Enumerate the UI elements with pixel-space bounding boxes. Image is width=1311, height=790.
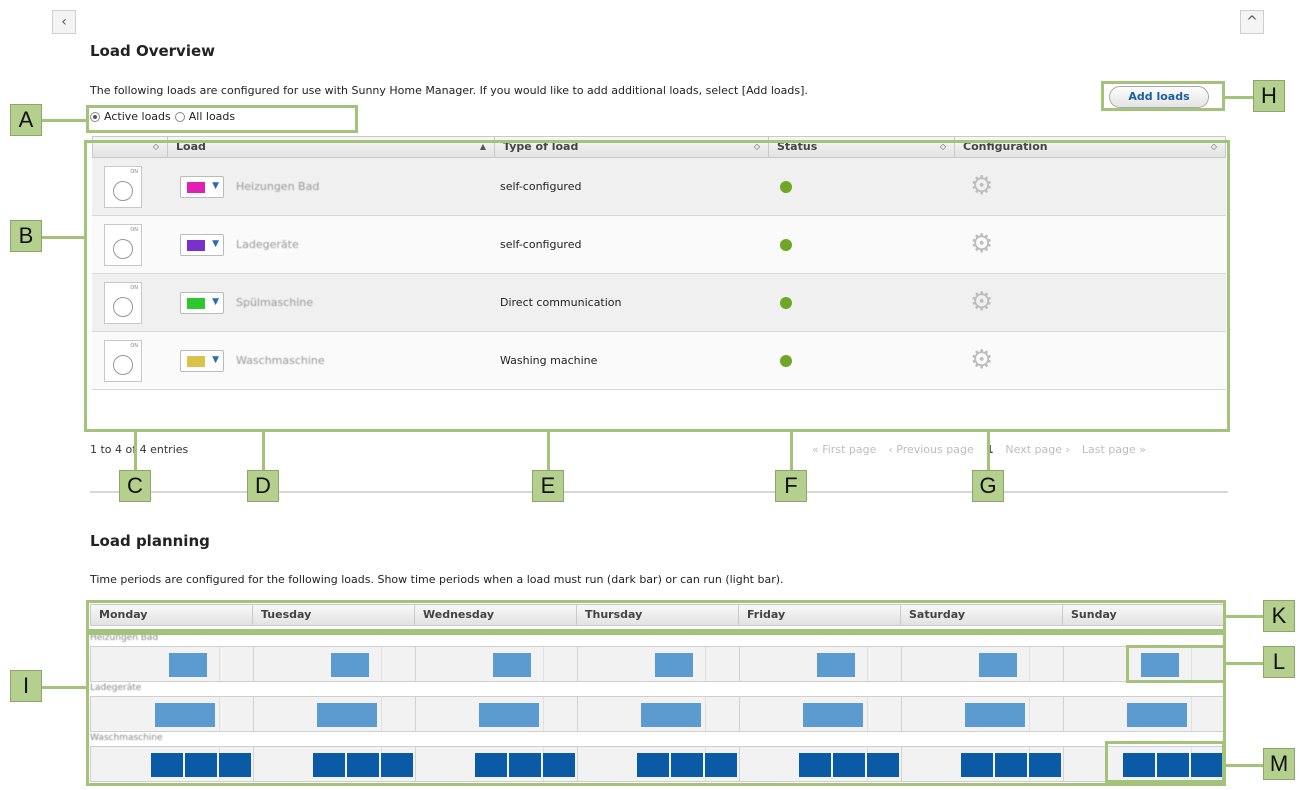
callout-f: F bbox=[775, 470, 807, 502]
connector-b bbox=[42, 236, 84, 239]
connector-f bbox=[790, 432, 793, 470]
callout-g: G bbox=[972, 470, 1004, 502]
connector-e bbox=[547, 432, 550, 470]
next-page-link[interactable]: Next page › bbox=[1005, 443, 1070, 456]
connector-i bbox=[42, 686, 86, 689]
connector-a bbox=[42, 119, 86, 122]
callout-l: L bbox=[1263, 646, 1295, 678]
last-page-link[interactable]: Last page » bbox=[1082, 443, 1146, 456]
back-button[interactable]: ‹ bbox=[52, 10, 76, 34]
callout-k: K bbox=[1263, 600, 1295, 632]
annotation-frame-a bbox=[86, 105, 358, 133]
connector-l bbox=[1226, 662, 1264, 665]
connector-m bbox=[1225, 764, 1263, 767]
callout-c: C bbox=[119, 470, 151, 502]
pagination: « First page ‹ Previous page 1 Next page… bbox=[812, 443, 1146, 456]
annotation-frame-m bbox=[1105, 741, 1225, 783]
callout-i: I bbox=[10, 670, 42, 702]
annotation-frame-h bbox=[1101, 81, 1225, 111]
callout-h: H bbox=[1253, 80, 1285, 112]
annotation-frame-l bbox=[1126, 645, 1226, 683]
load-overview-title: Load Overview bbox=[90, 42, 215, 60]
callout-e: E bbox=[532, 470, 564, 502]
annotation-frame-i bbox=[86, 632, 1226, 786]
callout-a: A bbox=[10, 104, 42, 136]
load-overview-description: The following loads are configured for u… bbox=[90, 84, 808, 97]
connector-c bbox=[134, 432, 137, 470]
connector-h bbox=[1225, 96, 1253, 99]
callout-d: D bbox=[247, 470, 279, 502]
connector-g bbox=[987, 432, 990, 470]
callout-m: M bbox=[1263, 748, 1295, 780]
chevron-up-icon: ^ bbox=[1246, 14, 1258, 30]
annotation-frame-k bbox=[86, 600, 1226, 632]
first-page-link[interactable]: « First page bbox=[812, 443, 876, 456]
callout-b: B bbox=[10, 220, 42, 252]
load-planning-description: Time periods are configured for the foll… bbox=[90, 573, 784, 586]
previous-page-link[interactable]: ‹ Previous page bbox=[888, 443, 973, 456]
entries-count: 1 to 4 of 4 entries bbox=[90, 443, 189, 456]
collapse-button[interactable]: ^ bbox=[1240, 10, 1264, 34]
annotation-frame-b bbox=[84, 140, 1230, 432]
load-planning-title: Load planning bbox=[90, 532, 210, 550]
connector-k bbox=[1226, 615, 1264, 618]
connector-d bbox=[262, 432, 265, 470]
chevron-left-icon: ‹ bbox=[61, 14, 67, 30]
